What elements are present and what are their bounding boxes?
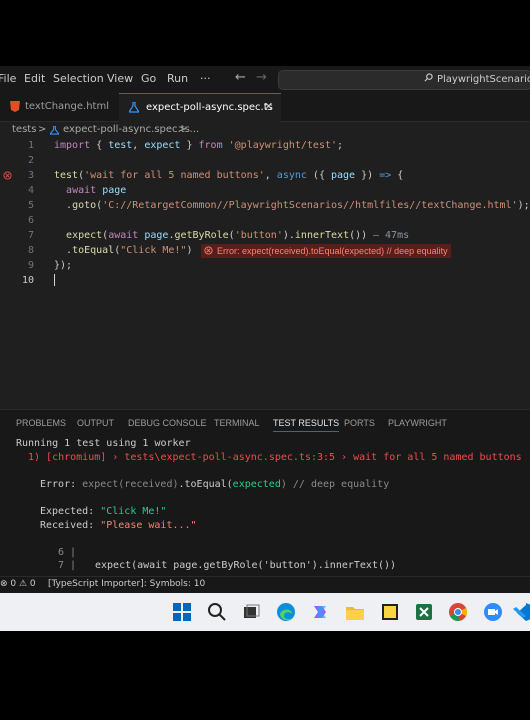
snippet-code: expect(await page.getByRole('button').in… xyxy=(95,560,397,571)
code-line-3: test('wait for all 5 named buttons', asy… xyxy=(54,170,404,181)
panel-tab-debug-console[interactable]: DEBUG CONSOLE xyxy=(128,418,207,428)
code-line-8: .toEqual("Click Me!") xyxy=(54,245,193,256)
error-circle-icon xyxy=(204,246,213,255)
code-line-7: expect(await page.getByRole('button').in… xyxy=(66,230,368,241)
vscode-taskbar-icon[interactable] xyxy=(512,602,530,622)
windows-start-icon[interactable] xyxy=(172,602,192,622)
line-number: 3 xyxy=(27,170,34,181)
received-line: Received: "Please wait..." xyxy=(40,520,197,531)
error-line: Error: expect(received).toEqual(expected… xyxy=(40,479,390,490)
search-icon[interactable] xyxy=(207,602,227,622)
panel-tab-ports[interactable]: PORTS xyxy=(344,418,375,428)
tab-label: expect-poll-async.spec.ts xyxy=(146,102,273,113)
edge-browser-icon[interactable] xyxy=(276,602,296,622)
bottom-panel: PROBLEMS OUTPUT DEBUG CONSOLE TERMINAL T… xyxy=(0,409,530,577)
line-number: 9 xyxy=(27,260,34,271)
menu-go[interactable]: Go xyxy=(141,72,156,85)
vscode-window: File Edit Selection View Go Run ··· ← → … xyxy=(0,66,530,631)
tab-textchange-html[interactable]: textChange.html xyxy=(0,93,118,121)
menu-edit[interactable]: Edit xyxy=(24,72,45,85)
menu-run[interactable]: Run xyxy=(167,72,188,85)
menu-more[interactable]: ··· xyxy=(200,72,211,85)
search-icon xyxy=(424,73,433,82)
panel-tab-playwright[interactable]: PLAYWRIGHT xyxy=(388,418,447,428)
error-circle-icon[interactable] xyxy=(3,171,12,180)
command-center-search[interactable]: PlaywrightScenarios xyxy=(278,70,530,90)
code-line-1: import { test, expect } from '@playwrigh… xyxy=(54,140,344,151)
search-text: PlaywrightScenarios xyxy=(437,74,530,85)
chrome-browser-icon[interactable] xyxy=(448,602,468,622)
zoom-icon[interactable] xyxy=(483,602,503,622)
code-editor[interactable]: 1 2 3 4 5 6 7 8 9 10 import { test, expe… xyxy=(0,140,530,402)
tab-expect-poll-async[interactable]: expect-poll-async.spec.ts ✕ xyxy=(119,93,281,122)
breadcrumb-separator: > xyxy=(38,124,47,135)
snippet-line-number: 7 | xyxy=(58,560,77,571)
close-icon[interactable]: ✕ xyxy=(264,100,273,113)
problems-count[interactable]: ⊗ 0 ⚠ 0 xyxy=(0,579,36,589)
sticky-notes-icon[interactable] xyxy=(380,602,400,622)
excel-icon[interactable] xyxy=(414,602,434,622)
menu-bar: File Edit Selection View Go Run ··· ← → … xyxy=(0,66,530,93)
panel-tab-terminal[interactable]: TERMINAL xyxy=(214,418,260,428)
breadcrumb-more[interactable]: > ... xyxy=(178,124,199,135)
line-number: 6 xyxy=(27,215,34,226)
inline-error-message[interactable]: Error: expect(received).toEqual(expected… xyxy=(201,244,451,258)
panel-tab-test-results[interactable]: TEST RESULTS xyxy=(273,418,340,432)
inline-error-text: Error: expect(received).toEqual(expected… xyxy=(217,246,448,256)
test-duration: — 47ms xyxy=(373,230,410,241)
typescript-importer-status[interactable]: [TypeScript Importer]: Symbols: 10 xyxy=(48,579,205,589)
html-file-icon xyxy=(10,101,20,112)
line-number: 5 xyxy=(27,200,34,211)
line-number: 2 xyxy=(27,155,34,166)
line-number: 7 xyxy=(27,230,34,241)
task-view-icon[interactable] xyxy=(241,602,261,622)
code-line-4: await page xyxy=(66,185,127,196)
line-number-current: 10 xyxy=(21,275,34,286)
menu-view[interactable]: View xyxy=(107,72,133,85)
menu-selection[interactable]: Selection xyxy=(53,72,104,85)
expected-line: Expected: "Click Me!" xyxy=(40,506,167,517)
windows-taskbar xyxy=(0,593,530,631)
test-file-icon xyxy=(50,126,59,135)
line-number: 1 xyxy=(27,140,34,151)
status-bar: ⊗ 0 ⚠ 0 [TypeScript Importer]: Symbols: … xyxy=(0,576,530,593)
breadcrumb-file[interactable]: expect-poll-async.spec.ts xyxy=(63,124,190,135)
code-line-9: }); xyxy=(54,260,73,271)
line-number: 4 xyxy=(27,185,34,196)
running-line: Running 1 test using 1 worker xyxy=(16,438,191,449)
forward-arrow-icon[interactable]: → xyxy=(256,70,267,85)
menu-file[interactable]: File xyxy=(0,72,16,85)
test-file-icon xyxy=(129,102,139,113)
line-number: 8 xyxy=(27,245,34,256)
breadcrumb: tests > expect-poll-async.spec.ts > ... xyxy=(0,122,530,140)
failure-line: 1) [chromium] › tests\expect-poll-async.… xyxy=(28,452,522,463)
tab-label: textChange.html xyxy=(25,101,109,112)
file-explorer-icon[interactable] xyxy=(345,602,365,622)
text-cursor xyxy=(54,274,55,286)
breadcrumb-folder[interactable]: tests xyxy=(12,124,36,135)
snippet-line-number: 6 | xyxy=(58,547,77,558)
back-arrow-icon[interactable]: ← xyxy=(235,70,246,85)
editor-tab-bar: textChange.html expect-poll-async.spec.t… xyxy=(0,93,530,122)
copilot-icon[interactable] xyxy=(310,602,330,622)
panel-tab-output[interactable]: OUTPUT xyxy=(77,418,114,428)
panel-tab-problems[interactable]: PROBLEMS xyxy=(16,418,66,428)
code-line-5: .goto('C://RetargetCommon//PlaywrightSce… xyxy=(54,200,530,211)
